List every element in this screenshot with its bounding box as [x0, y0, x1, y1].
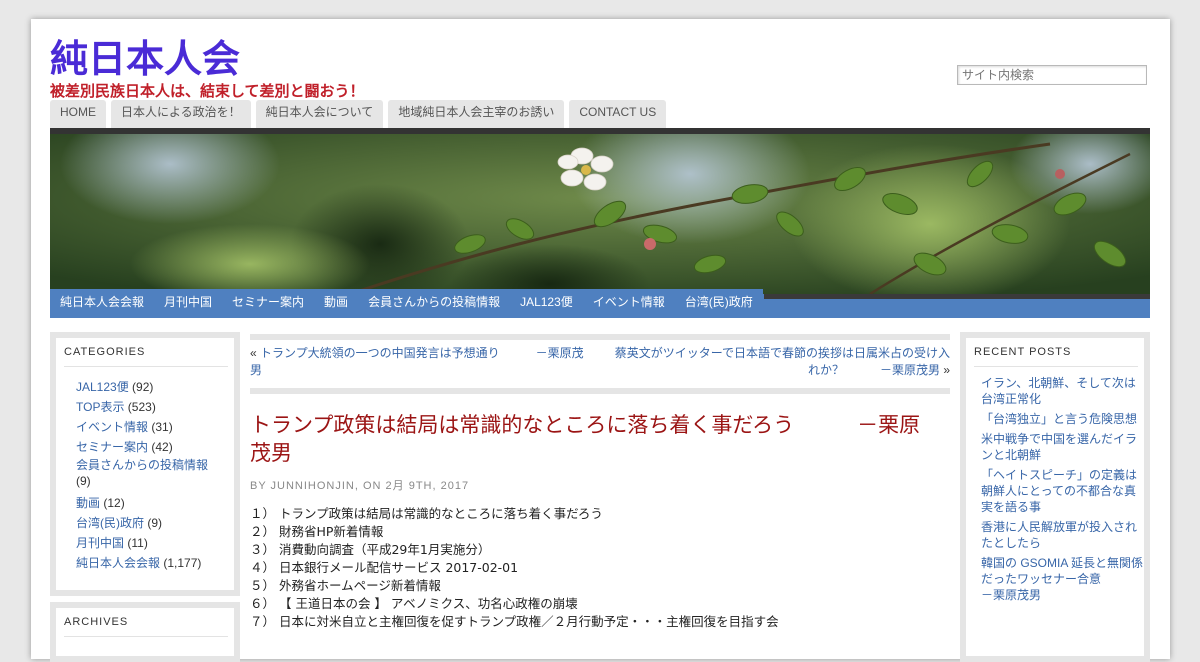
site-tagline: 被差別民族日本人は、結束して差別と闘おう！	[50, 82, 365, 100]
recent-post-item: 香港に人民解放軍が投入されたとしたら	[981, 519, 1144, 551]
recent-post-link[interactable]: 香港に人民解放軍が投入されたとしたら	[981, 520, 1137, 550]
recent-posts-widget: RECENT POSTS イラン、北朝鮮、そして次は台湾正常化 「台湾独立」と言…	[960, 332, 1150, 662]
category-item: 会員さんからの投稿情報 (9)	[76, 457, 234, 493]
post-title[interactable]: トランプ政策は結局は常識的なところに落ち着く事だろう －栗原茂男	[250, 411, 940, 467]
post-byline: BY JUNNIHONJIN, ON 2月 9TH, 2017	[250, 480, 470, 492]
category-count: (31)	[151, 420, 173, 434]
sub-nav: 純日本人会会報 月刊中国 セミナー案内 動画 会員さんからの投稿情報 JAL12…	[50, 289, 763, 318]
category-item: 動画 (12)	[76, 493, 234, 513]
category-item: イベント情報 (31)	[76, 417, 234, 437]
category-count: (92)	[132, 380, 154, 394]
sub-nav-monthly-china[interactable]: 月刊中国	[154, 289, 223, 318]
post-item: ５） 外務省ホームページ新着情報	[250, 578, 441, 593]
category-count: (1,177)	[163, 556, 202, 570]
recent-post-link[interactable]: イラン、北朝鮮、そして次は台湾正常化	[981, 376, 1136, 406]
post-item: １） トランプ政策は結局は常識的なところに落ち着く事だろう	[250, 506, 603, 521]
category-item: 月刊中国 (11)	[76, 533, 234, 553]
category-link[interactable]: 動画	[76, 496, 100, 510]
category-list: JAL123便 (92) TOP表示 (523) イベント情報 (31) セミナ…	[56, 367, 234, 573]
post-item: ７） 日本に対米自立と主権回復を促すトランプ政権／２月行動予定・・・主権回復を目…	[250, 614, 779, 629]
category-link[interactable]: 月刊中国	[76, 536, 124, 550]
recent-post-item: 米中戦争で中国を選んだイランと北朝鮮	[981, 431, 1144, 463]
category-count: (11)	[127, 536, 148, 550]
categories-widget: CATEGORIES JAL123便 (92) TOP表示 (523) イベント…	[50, 332, 240, 596]
recent-post-link[interactable]: 「ヘイトスピーチ」の定義は朝鮮人にとっての不都合な真実を語る事	[981, 468, 1137, 514]
category-count: (9)	[76, 474, 91, 488]
recent-post-link[interactable]: 韓国の GSOMIA 延長と無関係だったワッセナー合意 －栗原茂男	[981, 556, 1143, 602]
archives-title: ARCHIVES	[64, 608, 228, 637]
recent-post-link[interactable]: 「台湾独立」と言う危険思想	[981, 412, 1137, 426]
category-link[interactable]: イベント情報	[76, 420, 148, 434]
categories-title: CATEGORIES	[64, 338, 228, 367]
next-post-link[interactable]: 蔡英文がツイッ­ターで日本語で春節の挨拶は日属米占の受け入れか？ －栗原茂男	[615, 346, 950, 377]
search-input[interactable]	[957, 65, 1147, 85]
category-link[interactable]: セミナー案内	[76, 440, 148, 454]
category-count: (42)	[151, 440, 173, 454]
sub-nav-seminar[interactable]: セミナー案内	[222, 289, 315, 318]
category-item: TOP表示 (523)	[76, 397, 234, 417]
prev-arrow: «	[250, 346, 257, 360]
top-nav-regional[interactable]: 地域純日本人会主宰のお誘い	[388, 100, 565, 128]
top-nav-politics[interactable]: 日本人による政治を！	[111, 100, 251, 128]
top-nav-home[interactable]: HOME	[50, 100, 106, 128]
category-item: JAL123便 (92)	[76, 377, 234, 397]
sub-nav-events[interactable]: イベント情報	[582, 289, 675, 318]
category-link[interactable]: JAL123便	[76, 380, 129, 394]
category-item: 台湾(民)政府 (9)	[76, 513, 234, 533]
category-link[interactable]: 純日本人会会報	[76, 556, 160, 570]
top-nav-contact[interactable]: CONTACT US	[569, 100, 667, 128]
sub-nav-member-posts[interactable]: 会員さんからの投稿情報	[358, 289, 511, 318]
post-body: １） トランプ政策は結局は常識的なところに落ち着く事だろう ２） 財務省HP新着…	[250, 505, 950, 631]
site-title[interactable]: 純日本人会	[50, 35, 240, 83]
next-arrow: »	[943, 363, 950, 377]
recent-post-item: 「台湾独立」と言う危険思想	[981, 411, 1144, 427]
recent-post-link[interactable]: 米中戦争で中国を選んだイランと北朝鮮	[981, 432, 1137, 462]
top-nav-about[interactable]: 純日本人会について	[255, 100, 384, 128]
archives-widget: ARCHIVES	[50, 602, 240, 662]
sub-nav-jal123[interactable]: JAL123便	[510, 289, 583, 318]
category-link[interactable]: 台湾(民)政府	[76, 516, 144, 530]
next-post: 蔡英文がツイッ­ターで日本語で春節の挨拶は日属米占の受け入れか？ －栗原茂男 »	[610, 345, 950, 379]
post-item: ４） 日本銀行メール配信サービス 2017-02-01	[250, 560, 519, 575]
sub-nav-divider	[764, 294, 1150, 299]
recent-post-item: 「ヘイトスピーチ」の定義は朝鮮人にとっての不都合な真実を語る事	[981, 467, 1144, 515]
recent-post-item: イラン、北朝鮮、そして次は台湾正常化	[981, 375, 1144, 407]
sub-nav-taiwan[interactable]: 台湾(民)政府	[674, 289, 763, 318]
post-navigation: « トランプ大統領の一つの中国発言は予想通り －栗原茂男 蔡英文がツイッ­ターで…	[250, 334, 950, 394]
top-nav: HOME 日本人による政治を！ 純日本人会について 地域純日本人会主宰のお誘い …	[50, 100, 667, 128]
category-count: (12)	[103, 496, 125, 510]
prev-post-link[interactable]: トランプ大統領の一つの中国発言は予想通り －栗原茂男	[250, 346, 584, 377]
post-item: ６） 【 王道日本の会 】 アベノミクス、功名心政権の崩壊	[250, 596, 578, 611]
post-item: ３） 消費動向調査（平成29年1月実施分）	[250, 542, 491, 557]
sub-nav-newsletter[interactable]: 純日本人会会報	[50, 289, 155, 318]
prev-post: « トランプ大統領の一つの中国発言は予想通り －栗原茂男	[250, 345, 595, 379]
page: 純日本人会 被差別民族日本人は、結束して差別と闘おう！ HOME 日本人による政…	[31, 19, 1170, 662]
category-link[interactable]: TOP表示	[76, 400, 124, 414]
recent-post-item: 韓国の GSOMIA 延長と無関係だったワッセナー合意 －栗原茂男	[981, 555, 1144, 603]
recent-posts-list: イラン、北朝鮮、そして次は台湾正常化 「台湾独立」と言う危険思想 米中戦争で中国…	[966, 367, 1144, 603]
header-banner-image	[50, 134, 1150, 294]
category-count: (9)	[147, 516, 163, 530]
sub-nav-video[interactable]: 動画	[314, 289, 359, 318]
recent-posts-title: RECENT POSTS	[974, 338, 1138, 367]
category-count: (523)	[127, 400, 156, 414]
category-item: セミナー案内 (42)	[76, 437, 234, 457]
category-item: 純日本人会会報 (1,177)	[76, 553, 234, 573]
category-link[interactable]: 会員さんからの投稿情報	[76, 458, 208, 472]
post-item: ２） 財務省HP新着情報	[250, 524, 384, 539]
